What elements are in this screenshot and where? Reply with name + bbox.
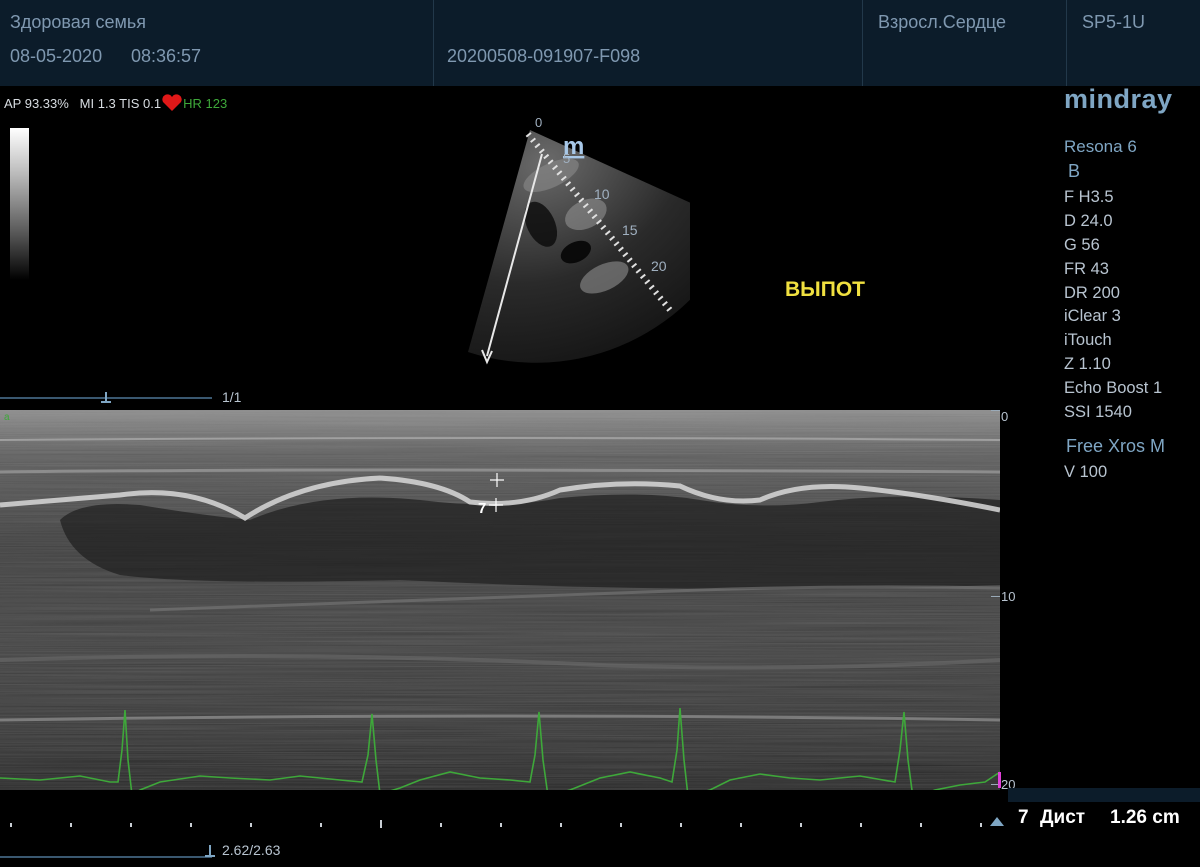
- exam-preset[interactable]: Взросл.Сердце: [878, 12, 1006, 33]
- caliper-label: 7: [478, 500, 486, 517]
- header-bar: Здоровая семья 08-05-2020 08:36:57 20200…: [0, 0, 1200, 86]
- green-marker: a: [4, 412, 10, 423]
- m-mode-image: 7 a: [0, 410, 1000, 790]
- sector-depth-label: 10: [594, 186, 610, 202]
- b-param: iClear 3: [1064, 307, 1121, 325]
- b-mode-label[interactable]: B: [1068, 161, 1080, 182]
- measurement-value: 1.26 cm: [1110, 807, 1180, 828]
- heart-rate: HR 123: [183, 96, 228, 111]
- ap-value: AP 93.33%: [4, 96, 69, 111]
- exam-date: 08-05-2020: [10, 46, 103, 66]
- scroll-thumb-icon[interactable]: [100, 390, 112, 404]
- depth-tick: [991, 596, 1000, 597]
- triangle-marker-icon[interactable]: [989, 815, 1005, 827]
- m-mode-label[interactable]: Free Xros M: [1066, 436, 1165, 457]
- m-scroll-value: 2.62/2.63: [222, 842, 281, 858]
- m-scrollbar[interactable]: [0, 856, 212, 858]
- tis-value: TIS 0.1: [119, 96, 162, 111]
- mi-value: MI 1.3: [79, 96, 116, 111]
- b-param: F H3.5: [1064, 188, 1114, 206]
- depth-tick: [991, 410, 1000, 411]
- brand-logo: mindray: [1064, 84, 1173, 114]
- sector-image: m 0 5 10 15 20: [468, 115, 690, 365]
- system-model: Resona 6: [1064, 137, 1137, 156]
- sector-depth-label: 5: [563, 151, 570, 166]
- exam-time: 08:36:57: [131, 46, 202, 66]
- b-param: FR 43: [1064, 260, 1109, 278]
- b-param: DR 200: [1064, 284, 1120, 302]
- b-param: SSI 1540: [1064, 403, 1132, 421]
- sector-depth-label: 20: [651, 258, 667, 274]
- measurement-index: 7: [1018, 807, 1029, 828]
- measurement-result: 7 Дист 1.26 cm: [1010, 802, 1200, 832]
- m-depth-label: 0: [1001, 409, 1009, 424]
- probe-name[interactable]: SP5-1U: [1082, 12, 1145, 33]
- sector-depth-label: 15: [622, 222, 638, 238]
- b-param: G 56: [1064, 236, 1100, 254]
- institution-name: Здоровая семья: [10, 12, 147, 32]
- measurement-panel-header: [1008, 788, 1200, 802]
- b-param: iTouch: [1064, 331, 1112, 349]
- b-param: Echo Boost 1: [1064, 379, 1163, 397]
- grayscale-bar: [10, 128, 29, 280]
- b-param: D 24.0: [1064, 212, 1113, 230]
- cine-page: 1/1: [222, 389, 242, 405]
- m-param: V 100: [1064, 463, 1108, 481]
- measurement-label: Дист: [1040, 807, 1086, 828]
- focus-marker: [998, 772, 1001, 788]
- heart-icon: [162, 94, 182, 111]
- header-divider: [433, 0, 434, 86]
- acoustic-status: AP 93.33% MI 1.3 TIS 0.1 HR 123: [4, 94, 227, 112]
- b-param: Z 1.10: [1064, 355, 1111, 373]
- annotation-text[interactable]: ВЫПОТ: [785, 278, 865, 302]
- scroll-thumb-icon[interactable]: [204, 843, 216, 857]
- sector-depth-label: 0: [535, 115, 542, 130]
- m-depth-label: 10: [1001, 589, 1016, 604]
- header-divider: [862, 0, 863, 86]
- study-id: 20200508-091907-F098: [447, 46, 641, 66]
- header-divider: [1066, 0, 1067, 86]
